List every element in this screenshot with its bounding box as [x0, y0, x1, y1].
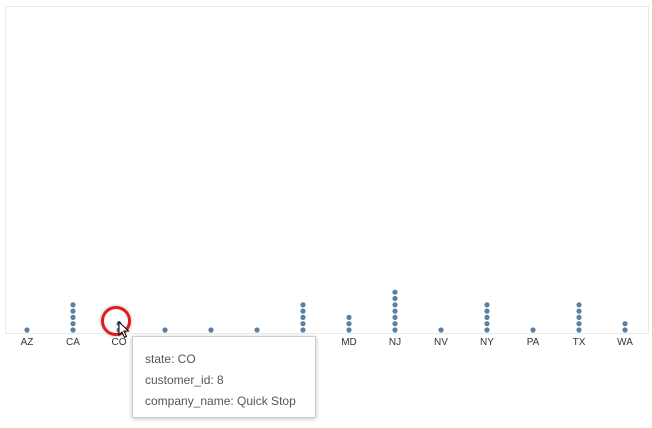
- x-tick-label-md: MD: [341, 337, 357, 348]
- tooltip-company-name: company_name: Quick Stop: [145, 394, 296, 408]
- tooltip-state: state: CO: [145, 352, 196, 366]
- dot-il-1[interactable]: [254, 327, 260, 333]
- dot-nj-6[interactable]: [392, 295, 398, 302]
- dot-nv-1[interactable]: [438, 327, 444, 333]
- x-tick-label-nv: NV: [434, 337, 448, 348]
- dot-tx-5[interactable]: [576, 302, 582, 308]
- dot-ny-2[interactable]: [484, 321, 490, 327]
- dot-ny-1[interactable]: [484, 327, 490, 333]
- dot-nj-2[interactable]: [392, 321, 398, 327]
- dot-nj-7[interactable]: [392, 289, 398, 295]
- dot-plot-chart: AZ CA CO MD NJ NV NY PA TX WA: [21, 289, 633, 348]
- dot-ca-1[interactable]: [70, 327, 76, 333]
- dot-ma-5[interactable]: [300, 302, 306, 308]
- dot-ct-1[interactable]: [162, 327, 168, 333]
- dot-nj-1[interactable]: [392, 327, 398, 333]
- dot-pa-1[interactable]: [530, 327, 536, 333]
- dot-ca-5[interactable]: [70, 302, 76, 308]
- x-tick-label-ca: CA: [66, 337, 80, 348]
- dot-ny-3[interactable]: [484, 314, 490, 320]
- dot-nj-3[interactable]: [392, 314, 398, 320]
- dot-tx-2[interactable]: [576, 321, 582, 327]
- x-tick-label-wa: WA: [617, 337, 633, 348]
- dot-ma-2[interactable]: [300, 321, 306, 327]
- dot-md-1[interactable]: [346, 327, 352, 333]
- x-tick-label-nj: NJ: [389, 337, 401, 348]
- dot-nj-5[interactable]: [392, 302, 398, 308]
- tooltip-customer-id: customer_id: 8: [145, 373, 224, 387]
- dot-ny-5[interactable]: [484, 302, 490, 308]
- x-tick-label-pa: PA: [527, 337, 540, 348]
- dot-nj-4[interactable]: [392, 308, 398, 314]
- chart-canvas: AZ CA CO MD NJ NV NY PA TX WA state: CO customer_…: [0, 0, 652, 428]
- dot-ca-2[interactable]: [70, 321, 76, 327]
- pointer-arrow-icon: [118, 321, 130, 339]
- dot-wa-1[interactable]: [622, 327, 628, 333]
- dot-fl-1[interactable]: [208, 327, 214, 333]
- dot-ma-1[interactable]: [300, 327, 306, 333]
- hover-tooltip: state: CO customer_id: 8 company_name: Q…: [132, 336, 316, 418]
- dot-ma-4[interactable]: [300, 308, 306, 314]
- x-tick-label-tx: TX: [573, 337, 586, 348]
- dot-tx-3[interactable]: [576, 314, 582, 320]
- dot-ca-4[interactable]: [70, 308, 76, 314]
- dot-md-2[interactable]: [346, 321, 352, 327]
- dot-tx-4[interactable]: [576, 308, 582, 314]
- dot-tx-1[interactable]: [576, 327, 582, 333]
- dot-ma-3[interactable]: [300, 314, 306, 320]
- dot-ny-4[interactable]: [484, 308, 490, 314]
- dot-ca-3[interactable]: [70, 314, 76, 320]
- x-tick-label-ny: NY: [480, 337, 494, 348]
- dot-az-1[interactable]: [24, 327, 30, 333]
- x-tick-label-az: AZ: [21, 337, 34, 348]
- dot-md-3[interactable]: [346, 314, 352, 320]
- dot-wa-2[interactable]: [622, 321, 628, 327]
